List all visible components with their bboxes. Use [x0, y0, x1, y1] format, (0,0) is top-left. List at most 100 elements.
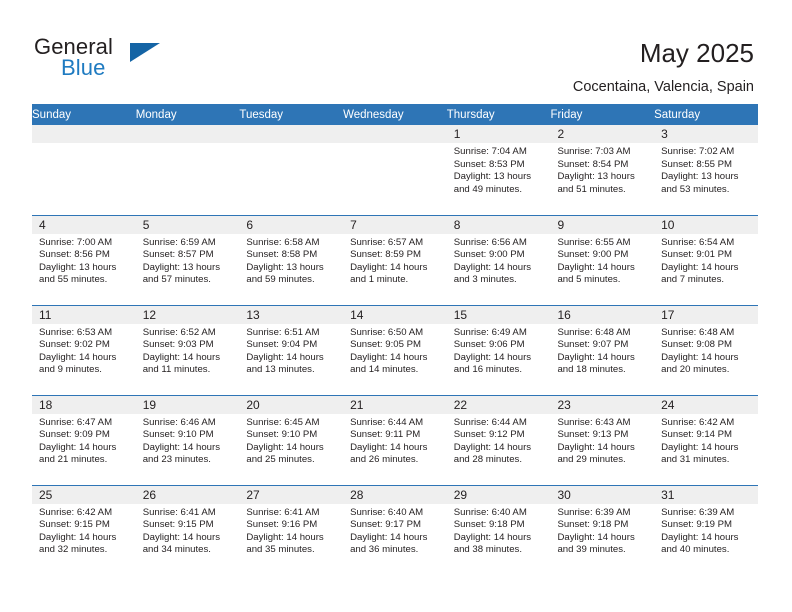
day-number: 14: [343, 305, 447, 324]
day-cell[interactable]: [32, 125, 136, 215]
day-cell[interactable]: 3 Sunrise: 7:02 AM Sunset: 8:55 PM Dayli…: [654, 125, 758, 215]
day-cell[interactable]: 19 Sunrise: 6:46 AM Sunset: 9:10 PM Dayl…: [135, 394, 240, 485]
day-cell[interactable]: 21 Sunrise: 6:44 AM Sunset: 9:11 PM Dayl…: [343, 394, 447, 485]
day-cell[interactable]: 26 Sunrise: 6:41 AM Sunset: 9:15 PM Dayl…: [135, 484, 240, 575]
day-cell[interactable]: 30 Sunrise: 6:39 AM Sunset: 9:18 PM Dayl…: [550, 484, 655, 575]
day-details: Sunrise: 6:48 AM Sunset: 9:08 PM Dayligh…: [654, 324, 758, 377]
day-cell[interactable]: 31 Sunrise: 6:39 AM Sunset: 9:19 PM Dayl…: [654, 484, 758, 575]
day-details: Sunrise: 6:53 AM Sunset: 9:02 PM Dayligh…: [32, 324, 136, 377]
sunset-text: Sunset: 9:09 PM: [39, 429, 110, 441]
sunset-text: Sunset: 9:02 PM: [39, 339, 110, 351]
day-details: Sunrise: 6:44 AM Sunset: 9:11 PM Dayligh…: [343, 414, 447, 467]
day-cell[interactable]: 23 Sunrise: 6:43 AM Sunset: 9:13 PM Dayl…: [550, 394, 655, 485]
day-details: Sunrise: 6:41 AM Sunset: 9:15 PM Dayligh…: [136, 504, 240, 557]
day-cell[interactable]: 8 Sunrise: 6:56 AM Sunset: 9:00 PM Dayli…: [446, 214, 551, 305]
day-cell[interactable]: 10 Sunrise: 6:54 AM Sunset: 9:01 PM Dayl…: [654, 214, 758, 305]
daylight-text-l1: Daylight: 14 hours: [453, 261, 532, 273]
daylight-text-l1: Daylight: 14 hours: [39, 441, 117, 453]
day-cell[interactable]: 15 Sunrise: 6:49 AM Sunset: 9:06 PM Dayl…: [446, 304, 551, 395]
day-cell[interactable]: 5 Sunrise: 6:59 AM Sunset: 8:57 PM Dayli…: [135, 214, 240, 305]
sunrise-text: Sunrise: 6:44 AM: [350, 416, 424, 428]
day-cell[interactable]: 16 Sunrise: 6:48 AM Sunset: 9:07 PM Dayl…: [550, 304, 655, 395]
daylight-text-l1: Daylight: 14 hours: [350, 261, 428, 273]
day-details: Sunrise: 6:40 AM Sunset: 9:17 PM Dayligh…: [343, 504, 447, 557]
sunrise-text: Sunrise: 6:52 AM: [142, 326, 216, 338]
day-number: 23: [550, 395, 655, 414]
sunset-text: Sunset: 8:59 PM: [350, 249, 421, 261]
day-cell[interactable]: 9 Sunrise: 6:55 AM Sunset: 9:00 PM Dayli…: [550, 214, 655, 305]
daylight-text-l1: Daylight: 14 hours: [557, 351, 635, 363]
sunset-text: Sunset: 9:18 PM: [557, 519, 629, 531]
day-number: 27: [239, 485, 344, 504]
day-number: 20: [239, 395, 344, 414]
daylight-text-l1: Daylight: 13 hours: [246, 261, 324, 273]
day-details: Sunrise: 6:57 AM Sunset: 8:59 PM Dayligh…: [343, 234, 447, 287]
day-number: 17: [654, 305, 758, 324]
day-cell[interactable]: 7 Sunrise: 6:57 AM Sunset: 8:59 PM Dayli…: [343, 214, 447, 305]
sunset-text: Sunset: 8:56 PM: [39, 249, 110, 261]
daylight-text-l2: and 5 minutes.: [557, 274, 621, 286]
column-header-sunday: Sunday: [32, 104, 136, 125]
sunset-text: Sunset: 9:17 PM: [350, 519, 421, 531]
day-cell[interactable]: 18 Sunrise: 6:47 AM Sunset: 9:09 PM Dayl…: [32, 394, 136, 485]
daylight-text-l1: Daylight: 14 hours: [350, 351, 428, 363]
day-cell[interactable]: 6 Sunrise: 6:58 AM Sunset: 8:58 PM Dayli…: [239, 214, 344, 305]
day-cell[interactable]: 11 Sunrise: 6:53 AM Sunset: 9:02 PM Dayl…: [32, 304, 136, 395]
logo-text-blue: Blue: [61, 55, 106, 80]
sunrise-text: Sunrise: 6:53 AM: [39, 326, 113, 338]
day-cell[interactable]: 13 Sunrise: 6:51 AM Sunset: 9:04 PM Dayl…: [239, 304, 344, 395]
sunrise-text: Sunrise: 6:51 AM: [246, 326, 320, 338]
day-details: Sunrise: 6:59 AM Sunset: 8:57 PM Dayligh…: [136, 234, 240, 287]
day-cell[interactable]: [343, 125, 447, 215]
daylight-text-l2: and 7 minutes.: [661, 274, 725, 286]
sunset-text: Sunset: 8:55 PM: [661, 158, 733, 170]
daylight-text-l2: and 21 minutes.: [39, 454, 108, 466]
day-details: Sunrise: 6:40 AM Sunset: 9:18 PM Dayligh…: [447, 504, 551, 557]
day-cell[interactable]: 28 Sunrise: 6:40 AM Sunset: 9:17 PM Dayl…: [343, 484, 447, 575]
day-cell[interactable]: 12 Sunrise: 6:52 AM Sunset: 9:03 PM Dayl…: [135, 304, 240, 395]
sunset-text: Sunset: 9:11 PM: [350, 429, 421, 441]
day-cell[interactable]: 20 Sunrise: 6:45 AM Sunset: 9:10 PM Dayl…: [239, 394, 344, 485]
general-blue-logo[interactable]: General Blue: [34, 36, 274, 88]
day-cell[interactable]: 17 Sunrise: 6:48 AM Sunset: 9:08 PM Dayl…: [654, 304, 758, 395]
day-number: 1: [446, 125, 551, 143]
day-number: 5: [135, 215, 240, 234]
daylight-text-l1: Daylight: 13 hours: [661, 171, 739, 183]
day-cell[interactable]: 14 Sunrise: 6:50 AM Sunset: 9:05 PM Dayl…: [343, 304, 447, 395]
day-cell[interactable]: 27 Sunrise: 6:41 AM Sunset: 9:16 PM Dayl…: [239, 484, 344, 575]
day-number: 28: [343, 485, 447, 504]
daylight-text-l1: Daylight: 14 hours: [246, 441, 324, 453]
sunset-text: Sunset: 9:18 PM: [453, 519, 525, 531]
day-cell[interactable]: 25 Sunrise: 6:42 AM Sunset: 9:15 PM Dayl…: [32, 484, 136, 575]
day-details: Sunrise: 7:02 AM Sunset: 8:55 PM Dayligh…: [654, 143, 758, 196]
day-cell[interactable]: 29 Sunrise: 6:40 AM Sunset: 9:18 PM Dayl…: [446, 484, 551, 575]
daylight-text-l2: and 25 minutes.: [246, 454, 315, 466]
day-number: 25: [32, 485, 136, 504]
sunrise-text: Sunrise: 7:00 AM: [39, 236, 113, 248]
calendar-week-row: 25 Sunrise: 6:42 AM Sunset: 9:15 PM Dayl…: [32, 484, 758, 575]
day-number: 16: [550, 305, 655, 324]
daylight-text-l1: Daylight: 14 hours: [661, 441, 739, 453]
day-cell[interactable]: 4 Sunrise: 7:00 AM Sunset: 8:56 PM Dayli…: [32, 214, 136, 305]
daylight-text-l2: and 35 minutes.: [246, 544, 315, 556]
sunset-text: Sunset: 9:08 PM: [661, 339, 733, 351]
sunset-text: Sunset: 9:04 PM: [246, 339, 318, 351]
calendar-week-row: 11 Sunrise: 6:53 AM Sunset: 9:02 PM Dayl…: [32, 304, 758, 395]
day-cell[interactable]: [135, 125, 240, 215]
sunset-text: Sunset: 8:54 PM: [557, 158, 629, 170]
day-cell[interactable]: 22 Sunrise: 6:44 AM Sunset: 9:12 PM Dayl…: [446, 394, 551, 485]
day-details: Sunrise: 6:58 AM Sunset: 8:58 PM Dayligh…: [239, 234, 343, 287]
calendar-table: Sunday Monday Tuesday Wednesday Thursday…: [32, 104, 758, 575]
day-details: Sunrise: 6:42 AM Sunset: 9:14 PM Dayligh…: [654, 414, 758, 467]
sunrise-text: Sunrise: 6:50 AM: [350, 326, 424, 338]
day-details: Sunrise: 6:54 AM Sunset: 9:01 PM Dayligh…: [654, 234, 758, 287]
sunset-text: Sunset: 9:00 PM: [453, 249, 525, 261]
daylight-text-l1: Daylight: 14 hours: [142, 531, 221, 543]
day-cell[interactable]: [239, 125, 344, 215]
day-cell[interactable]: 2 Sunrise: 7:03 AM Sunset: 8:54 PM Dayli…: [550, 125, 655, 215]
day-number: 22: [446, 395, 551, 414]
day-details: Sunrise: 6:46 AM Sunset: 9:10 PM Dayligh…: [136, 414, 240, 467]
day-cell[interactable]: 1 Sunrise: 7:04 AM Sunset: 8:53 PM Dayli…: [446, 125, 551, 215]
day-cell[interactable]: 24 Sunrise: 6:42 AM Sunset: 9:14 PM Dayl…: [654, 394, 758, 485]
day-number: 4: [32, 215, 136, 234]
